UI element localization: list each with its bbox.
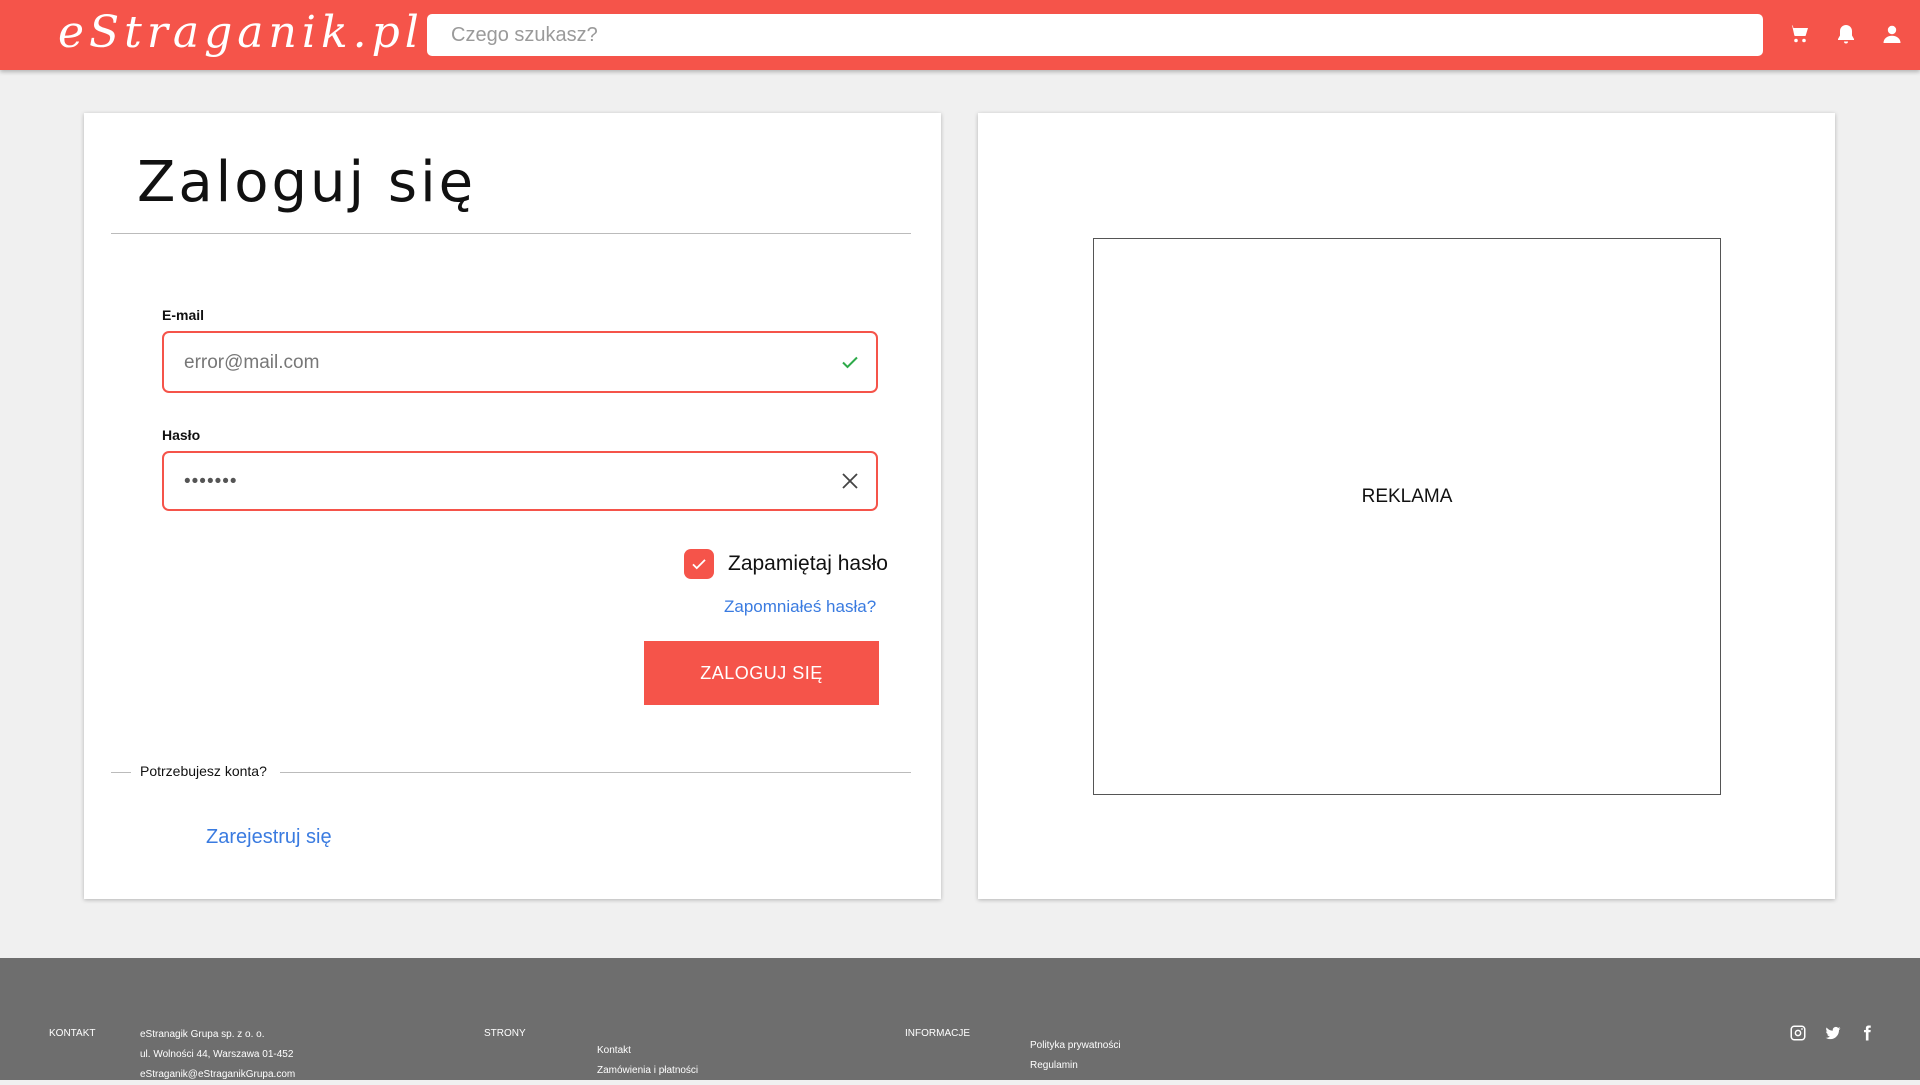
remember-checkbox[interactable] (684, 549, 714, 579)
footer-info-heading: INFORMACJE (905, 1028, 970, 1039)
search-input[interactable] (427, 14, 1763, 56)
facebook-icon[interactable] (1858, 1024, 1876, 1042)
footer-link-terms[interactable]: Regulamin (1030, 1056, 1078, 1076)
forgot-password-link[interactable]: Zapomniałeś hasła? (724, 597, 876, 617)
title-divider (111, 233, 911, 234)
email-field[interactable] (182, 333, 806, 393)
footer-pages-heading: STRONY (484, 1028, 526, 1039)
footer-company-name: eStranagik Grupa sp. z o. o. (140, 1029, 265, 1040)
user-icon[interactable] (1880, 22, 1904, 46)
instagram-icon[interactable] (1789, 1024, 1807, 1042)
email-field-wrapper[interactable] (162, 331, 878, 393)
page-title: Zaloguj się (137, 150, 477, 215)
login-button[interactable]: ZALOGUJ SIĘ (644, 641, 879, 705)
footer-link-contact[interactable]: Kontakt (597, 1041, 631, 1061)
login-card: Zaloguj się E-mail Hasło Zapamiętaj hasł… (84, 113, 941, 899)
ad-placeholder[interactable]: REKLAMA (1093, 238, 1721, 795)
bell-icon[interactable] (1834, 22, 1858, 46)
site-logo[interactable]: eStraganik.pl (58, 8, 424, 58)
ad-card: REKLAMA (978, 113, 1835, 899)
twitter-icon[interactable] (1824, 1024, 1842, 1042)
search-bar[interactable] (427, 14, 1763, 56)
footer: KONTAKT eStranagik Grupa sp. z o. o. ul.… (0, 958, 1920, 1080)
divider (280, 772, 911, 773)
footer-link-orders[interactable]: Zamówienia i płatności (597, 1061, 698, 1081)
footer-link-privacy[interactable]: Polityka prywatności (1030, 1036, 1121, 1056)
cart-icon[interactable] (1787, 22, 1811, 46)
top-navbar: eStraganik.pl (0, 0, 1920, 70)
divider (111, 772, 131, 773)
check-icon (838, 350, 862, 374)
clear-icon[interactable] (838, 469, 862, 493)
email-label: E-mail (162, 307, 205, 323)
password-field[interactable] (182, 453, 806, 511)
password-label: Hasło (162, 427, 201, 443)
footer-address: ul. Wolności 44, Warszawa 01-452 (140, 1049, 294, 1060)
footer-email[interactable]: eStraganik@eStraganikGrupa.com (140, 1065, 295, 1085)
password-field-wrapper[interactable] (162, 451, 878, 511)
ad-label: REKLAMA (1361, 485, 1453, 507)
remember-password[interactable]: Zapamiętaj hasło (684, 549, 888, 579)
need-account-text: Potrzebujesz konta? (140, 763, 267, 779)
footer-contact-heading: KONTAKT (49, 1028, 96, 1039)
register-link[interactable]: Zarejestruj się (206, 826, 332, 849)
remember-label[interactable]: Zapamiętaj hasło (728, 552, 888, 576)
